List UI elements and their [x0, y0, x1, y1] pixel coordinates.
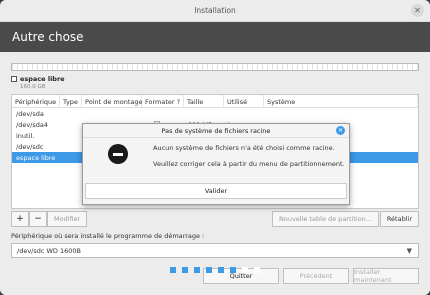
cell-device: /dev/sdc [16, 142, 44, 151]
window-close-icon[interactable]: ✕ [411, 4, 424, 17]
cell-device: /dev/sda [16, 109, 44, 118]
progress-dot [206, 267, 212, 273]
add-partition-button[interactable]: + [11, 211, 29, 227]
table-row[interactable]: /dev/sda [12, 108, 418, 119]
partition-toolbar: + − Modifier Nouvelle table de partition… [11, 211, 419, 227]
remove-partition-button[interactable]: − [29, 211, 47, 227]
progress-dot [218, 267, 224, 273]
cell-device: /dev/sda4 [16, 120, 48, 129]
progress-dots [0, 267, 430, 273]
table-header: Périphérique Type Point de montage Forma… [12, 95, 418, 108]
legend-size: 160.0 GB [20, 84, 46, 90]
legend-label: espace libre [20, 75, 65, 83]
column-header-system[interactable]: Système [264, 95, 418, 107]
dialog-title-bar: Pas de système de fichiers racine ✕ [83, 124, 349, 138]
column-header-format[interactable]: Formater ? [142, 95, 184, 107]
bootloader-label: Périphérique où sera installé le program… [11, 232, 205, 240]
column-header-type[interactable]: Type [60, 95, 82, 107]
legend-swatch [11, 76, 17, 82]
dialog-message-secondary: Veuillez corriger cela à partir du menu … [153, 160, 345, 168]
bootloader-device-select[interactable]: /dev/sdc WD 1600B ▼ [11, 243, 419, 258]
progress-dot [230, 267, 236, 273]
progress-dot [170, 267, 176, 273]
bootloader-device-value: /dev/sdc WD 1600B [17, 246, 82, 255]
validate-button[interactable]: Valider [85, 183, 347, 199]
page-title: Autre chose [12, 30, 84, 44]
cell-device: inutil. [16, 131, 35, 140]
no-entry-icon [108, 144, 128, 164]
dialog-title: Pas de système de fichiers racine [161, 126, 271, 135]
error-dialog: Pas de système de fichiers racine ✕ Aucu… [82, 123, 350, 205]
column-header-device[interactable]: Périphérique [12, 95, 60, 107]
column-header-used[interactable]: Utilisé [224, 95, 264, 107]
column-header-size[interactable]: Taille [184, 95, 224, 107]
cell-device: espace libre [16, 153, 56, 162]
reset-button[interactable]: Rétablir [379, 211, 419, 227]
chevron-down-icon: ▼ [406, 246, 412, 255]
title-bar: Installation ✕ [0, 0, 430, 22]
progress-dot [242, 267, 248, 273]
progress-dot [182, 267, 188, 273]
disk-legend: espace libre 160.0 GB [11, 75, 65, 90]
modify-partition-button[interactable]: Modifier [47, 211, 88, 227]
window-title: Installation [194, 6, 236, 15]
progress-dot [254, 267, 260, 273]
disk-usage-bar [11, 63, 419, 71]
column-header-mount[interactable]: Point de montage [82, 95, 142, 107]
dialog-close-icon[interactable]: ✕ [336, 126, 345, 135]
new-partition-table-button[interactable]: Nouvelle table de partition... [272, 211, 379, 227]
progress-dot [194, 267, 200, 273]
page-header: Autre chose [0, 22, 430, 52]
dialog-message: Aucun système de fichiers n'a été choisi… [153, 144, 335, 152]
installer-window: Installation ✕ Autre chose espace libre … [0, 0, 430, 295]
